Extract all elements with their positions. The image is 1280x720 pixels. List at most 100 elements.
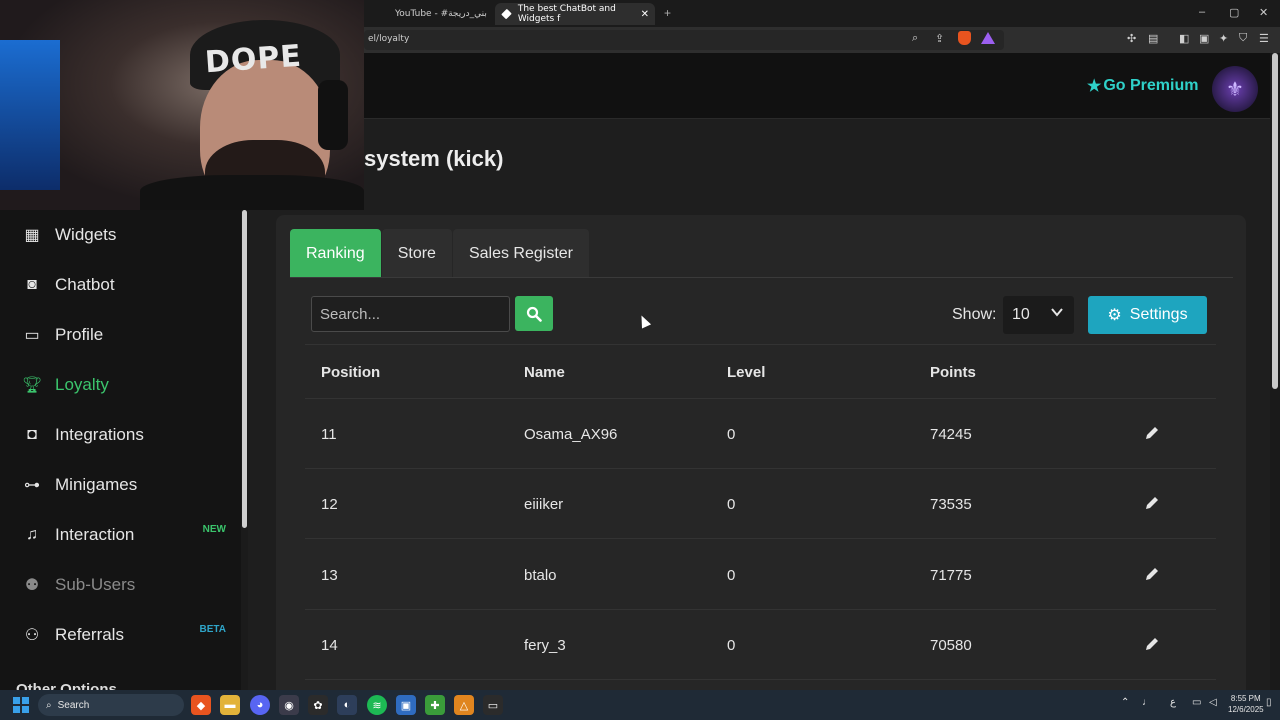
toolbar-divider [305, 344, 1216, 345]
column-header-level[interactable]: Level [727, 364, 765, 381]
new-badge: NEW [202, 524, 226, 535]
system-clock[interactable]: 8:55 PM 12/6/2025 [1228, 693, 1264, 715]
wallet-icon[interactable]: ▣ [1199, 32, 1209, 45]
column-header-position[interactable]: Position [321, 364, 380, 381]
browser-tab-youtube[interactable]: YouTube - #بني_دريجة [395, 3, 495, 25]
network-icon[interactable]: ▭ [1192, 697, 1201, 708]
edit-pencil-icon[interactable] [1143, 565, 1161, 583]
notifications-icon[interactable]: ▯ [1266, 697, 1272, 708]
cell-level: 0 [727, 426, 736, 443]
brave-rewards-icon[interactable] [981, 32, 995, 44]
tab-sales-register[interactable]: Sales Register [452, 229, 589, 278]
sidebar-scrollbar[interactable] [241, 210, 248, 690]
terminal-taskbar-icon[interactable]: ▭ [483, 695, 503, 715]
webcam-headset [318, 80, 348, 150]
webcam-shirt [140, 175, 364, 210]
go-premium-link[interactable]: ★ Go Premium [1087, 76, 1198, 96]
brave-taskbar-icon[interactable]: ◆ [191, 695, 211, 715]
close-window-button[interactable]: ✕ [1259, 6, 1268, 19]
cell-name: fery_3 [524, 637, 566, 654]
sidebar-item-chatbot[interactable]: ◙ Chatbot [0, 260, 240, 310]
cell-points: 73535 [930, 496, 972, 513]
microphone-icon[interactable]: ♩ [1142, 697, 1152, 708]
star-icon: ★ [1087, 78, 1102, 95]
obs-taskbar-icon[interactable]: ◉ [279, 695, 299, 715]
sidebar-toggle-icon[interactable]: ◧ [1179, 32, 1189, 45]
reader-icon[interactable]: ▤ [1148, 32, 1158, 45]
chatgpt-taskbar-icon[interactable]: ✿ [308, 695, 328, 715]
new-tab-button[interactable]: + [664, 6, 671, 20]
search-button[interactable] [515, 296, 553, 331]
grid-icon: ▦ [24, 227, 40, 244]
sidebar-item-interaction[interactable]: ♫ Interaction NEW [0, 510, 240, 560]
music-icon: ♫ [26, 526, 38, 543]
tab-close-icon[interactable]: ✕ [641, 9, 649, 20]
table-row: 14 fery_3 0 70580 [305, 610, 1216, 680]
tab-ranking[interactable]: Ranking [290, 229, 381, 278]
page-scroll-thumb[interactable] [1272, 53, 1278, 389]
page-scrollbar[interactable] [1270, 53, 1280, 690]
sidebar-item-widgets[interactable]: ▦ Widgets [0, 210, 240, 260]
tab-store[interactable]: Store [381, 229, 452, 278]
sidebar-item-label: Sub-Users [55, 575, 136, 594]
column-header-points[interactable]: Points [930, 364, 976, 381]
taskbar-search[interactable]: ⌕ Search [38, 694, 184, 716]
sidebar-item-minigames[interactable]: ⊶ Minigames [0, 460, 240, 510]
share-icon[interactable]: ⇪ [935, 32, 944, 45]
settings-button[interactable]: ⚙ Settings [1088, 296, 1207, 334]
discord-taskbar-icon[interactable]: ◕ [250, 695, 270, 715]
search-input[interactable] [311, 296, 510, 332]
chevron-down-icon [1050, 305, 1064, 322]
steam-taskbar-icon[interactable]: ◐ [337, 695, 357, 715]
url-text: el/loyalty [368, 34, 410, 44]
edit-pencil-icon[interactable] [1143, 494, 1161, 512]
show-label: Show: [952, 306, 997, 323]
gamepad-icon: ⊶ [24, 477, 40, 494]
file-explorer-icon[interactable]: ▬ [220, 695, 240, 715]
extensions-icon[interactable]: ✣ [1127, 32, 1136, 45]
sidebar-item-label: Interaction [55, 525, 135, 544]
minimize-button[interactable]: – [1199, 6, 1205, 18]
address-bar[interactable]: el/loyalty [364, 30, 1004, 50]
edit-pencil-icon[interactable] [1143, 424, 1161, 442]
sidebar-item-loyalty[interactable]: 🏆︎ Loyalty [0, 360, 240, 410]
sidebar-item-referrals[interactable]: ⚇ Referrals BETA [0, 610, 240, 660]
sidebar-item-sub-users[interactable]: ⚉ Sub-Users [0, 560, 240, 610]
sidebar-item-integrations[interactable]: ◘ Integrations [0, 410, 240, 460]
vpn-shield-icon[interactable]: ⛉ [1239, 32, 1247, 45]
maximize-button[interactable]: ▢ [1229, 6, 1239, 19]
brave-shields-icon[interactable] [958, 31, 971, 45]
windows-start-icon[interactable] [13, 697, 29, 713]
vlc-taskbar-icon[interactable]: △ [454, 695, 474, 715]
taskbar-search-label: Search [57, 699, 90, 711]
edit-pencil-icon[interactable] [1143, 635, 1161, 653]
avatar[interactable]: ⚜ [1212, 66, 1258, 112]
users-icon: ⚉ [24, 577, 40, 594]
search-icon [526, 306, 542, 322]
page-title: system (kick) [364, 146, 504, 171]
sidebar-scroll-thumb[interactable] [242, 210, 247, 528]
app-taskbar-icon[interactable]: ▣ [396, 695, 416, 715]
browser-tab-label: The best ChatBot and Widgets f [517, 4, 616, 24]
column-header-name[interactable]: Name [524, 364, 565, 381]
page-size-select[interactable]: 10 [1003, 296, 1074, 334]
clock-time: 8:55 PM [1230, 694, 1261, 703]
leo-ai-icon[interactable]: ✦ [1219, 32, 1228, 45]
sidebar-item-label: Chatbot [55, 275, 115, 294]
cell-level: 0 [727, 496, 736, 513]
zoom-icon[interactable]: ⌕ [912, 32, 918, 45]
browser-tab-active[interactable]: The best ChatBot and Widgets f ✕ [495, 3, 655, 25]
table-row: 13 btalo 0 71775 [305, 540, 1216, 610]
chevron-up-icon[interactable]: ⌃ [1121, 697, 1129, 708]
sidebar-item-label: Widgets [55, 225, 117, 244]
language-indicator[interactable]: ع [1170, 697, 1176, 708]
menu-icon[interactable]: ☰ [1259, 32, 1269, 45]
wolf-logo-icon: ⚜ [1226, 78, 1244, 101]
volume-icon[interactable]: ◁ [1209, 697, 1217, 708]
webcam-cap-text: DOPE [203, 38, 303, 81]
sidebar-item-profile[interactable]: ▭ Profile [0, 310, 240, 360]
spotify-taskbar-icon[interactable]: ≋ [367, 695, 387, 715]
excel-taskbar-icon[interactable]: ✚ [425, 695, 445, 715]
cell-points: 70580 [930, 637, 972, 654]
id-card-icon: ▭ [24, 327, 40, 344]
